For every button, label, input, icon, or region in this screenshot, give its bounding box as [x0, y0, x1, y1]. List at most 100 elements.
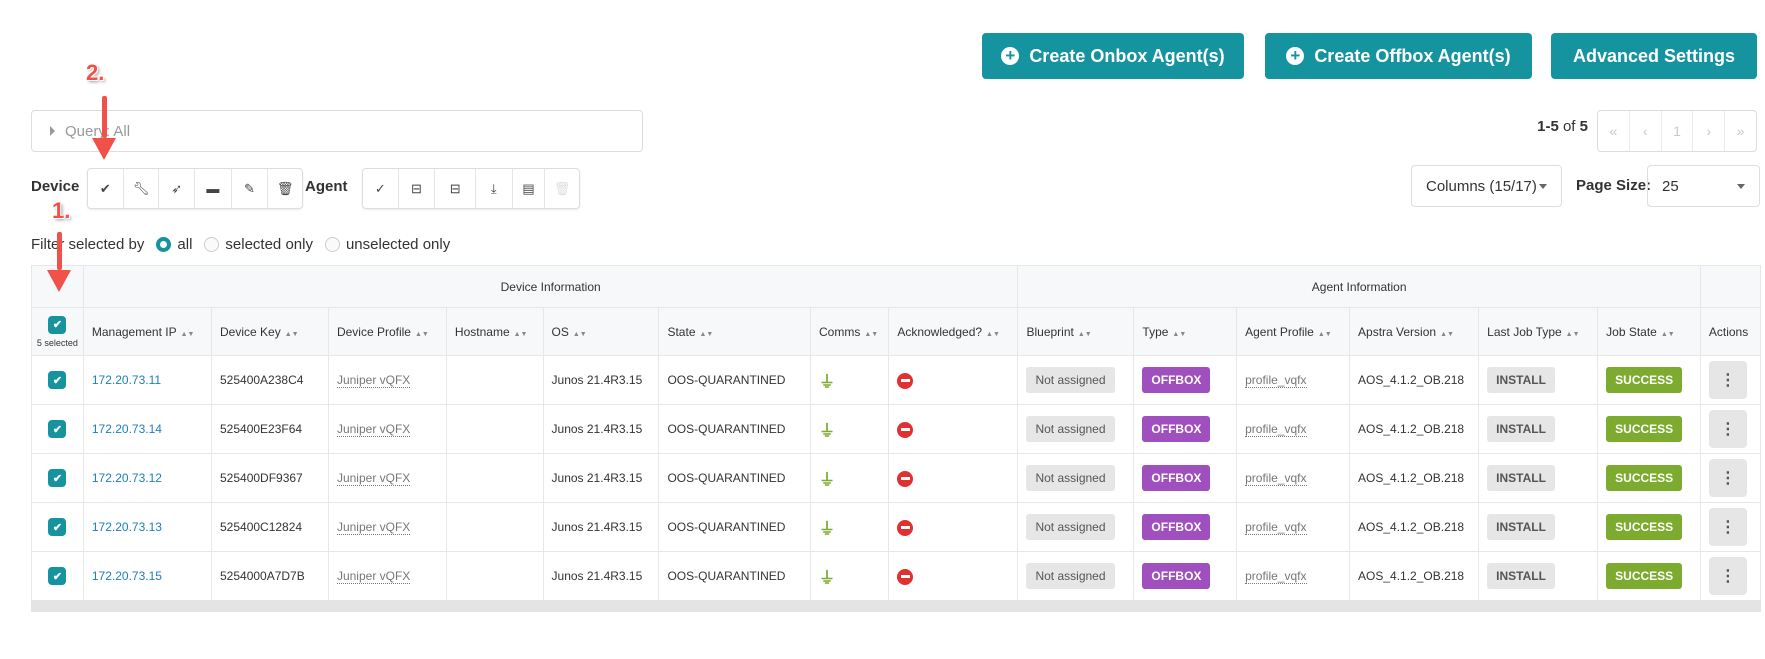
more-actions-icon[interactable]: ⋮ [1708, 459, 1747, 497]
advanced-settings-button[interactable]: Advanced Settings [1551, 33, 1757, 79]
type-badge: OFFBOX [1142, 465, 1211, 491]
more-actions-icon[interactable]: ⋮ [1708, 361, 1747, 399]
not-acknowledged-icon [897, 372, 914, 389]
columns-dropdown[interactable]: Columns (15/17) [1411, 165, 1562, 207]
column-header[interactable]: Comms ▲▼ [809, 307, 890, 356]
management-ip-link[interactable]: 172.20.73.12 [92, 471, 162, 485]
type-badge: OFFBOX [1142, 367, 1211, 393]
table-row: ✔ 172.20.73.12 525400DF9367 Juniper vQFX… [31, 453, 1762, 503]
device-profile-link[interactable]: Juniper vQFX [336, 373, 411, 388]
column-header[interactable]: Last Job Type ▲▼ [1478, 307, 1599, 356]
column-header[interactable]: Type ▲▼ [1133, 307, 1238, 356]
column-header[interactable]: Apstra Version ▲▼ [1349, 307, 1480, 356]
agent-profile-link[interactable]: profile_vqfx [1245, 520, 1307, 535]
trash-icon[interactable]: 🗑︎ [268, 169, 302, 208]
type-badge: OFFBOX [1142, 563, 1211, 589]
apstra-version: AOS_4.1.2_OB.218 [1349, 453, 1480, 503]
management-ip-link[interactable]: 172.20.73.15 [92, 569, 162, 583]
column-header[interactable]: Device Key ▲▼ [211, 307, 329, 356]
agent-profile-link[interactable]: profile_vqfx [1245, 569, 1307, 584]
blueprint-badge: Not assigned [1026, 514, 1115, 540]
column-header[interactable]: OS ▲▼ [542, 307, 660, 356]
sort-icon: ▲▼ [180, 330, 195, 338]
wrench-icon[interactable]: 🔧︎ [124, 169, 160, 208]
blueprint-badge: Not assigned [1026, 563, 1115, 589]
download-icon[interactable]: ⤓ [476, 169, 513, 208]
column-header[interactable]: Acknowledged? ▲▼ [888, 307, 1019, 356]
management-ip-link[interactable]: 172.20.73.13 [92, 520, 162, 534]
sort-icon: ▲▼ [864, 330, 879, 338]
more-actions-icon[interactable]: ⋮ [1708, 410, 1747, 448]
hostname [445, 453, 544, 503]
row-checkbox[interactable]: ✔ [48, 469, 67, 487]
horizontal-scrollbar[interactable] [31, 600, 1761, 612]
column-header[interactable]: Blueprint ▲▼ [1017, 307, 1135, 356]
table-row: ✔ 172.20.73.15 5254000A7D7B Juniper vQFX… [31, 551, 1762, 601]
page-size-select[interactable]: 25 [1647, 165, 1760, 207]
check-icon[interactable]: ✓ [363, 169, 399, 208]
more-actions-icon[interactable]: ⋮ [1708, 557, 1747, 595]
os: Junos 21.4R3.15 [542, 404, 660, 454]
create-offbox-agent-button[interactable]: + Create Offbox Agent(s) [1265, 33, 1532, 79]
row-checkbox[interactable]: ✔ [48, 371, 67, 389]
apstra-version: AOS_4.1.2_OB.218 [1349, 551, 1480, 601]
prev-page-button[interactable]: ‹ [1630, 111, 1662, 151]
apstra-version: AOS_4.1.2_OB.218 [1349, 355, 1480, 405]
caret-down-icon [1539, 183, 1547, 189]
state: OOS-QUARANTINED [658, 502, 811, 552]
rocket-icon[interactable]: ➶ [159, 169, 196, 208]
hostname [445, 502, 544, 552]
device-profile-link[interactable]: Juniper vQFX [336, 520, 411, 535]
query-expander[interactable]: Query: All [31, 110, 643, 152]
plug-icon: ⏚ [819, 570, 836, 587]
last-job-type-badge: INSTALL [1487, 465, 1555, 491]
column-header[interactable]: Device Profile ▲▼ [327, 307, 447, 356]
file-icon[interactable]: ▤ [513, 169, 546, 208]
agent-profile-link[interactable]: profile_vqfx [1245, 373, 1307, 388]
column-header[interactable]: Management IP ▲▼ [82, 307, 213, 356]
management-ip-link[interactable]: 172.20.73.11 [92, 373, 161, 387]
select-all-checkbox[interactable]: ✔ [48, 315, 67, 334]
management-ip-link[interactable]: 172.20.73.14 [92, 422, 162, 436]
pagination: « ‹ 1 › » [1597, 110, 1757, 152]
device-key: 525400DF9367 [211, 453, 329, 503]
pagination-summary: 1-5 of 5 [1537, 118, 1588, 135]
acknowledge-check-circle-icon[interactable]: ✔ [88, 169, 124, 208]
state: OOS-QUARANTINED [658, 551, 811, 601]
sort-icon: ▲▼ [699, 330, 714, 338]
hostname [445, 355, 544, 405]
row-checkbox[interactable]: ✔ [48, 420, 67, 438]
device-key: 525400A238C4 [211, 355, 329, 405]
group-device-information: Device Information [82, 265, 1019, 308]
caret-down-icon [1737, 183, 1745, 189]
edit-icon[interactable]: ✎ [232, 169, 269, 208]
column-header[interactable]: Job State ▲▼ [1597, 307, 1701, 356]
column-header[interactable]: State ▲▼ [658, 307, 811, 356]
agent-profile-link[interactable]: profile_vqfx [1245, 471, 1307, 486]
first-page-button[interactable]: « [1598, 111, 1630, 151]
sort-icon: ▲▼ [513, 330, 528, 338]
sort-icon: ▲▼ [986, 330, 1000, 338]
annotation-arrow-1 [47, 232, 71, 292]
filter-all-radio[interactable] [156, 237, 172, 252]
row-checkbox[interactable]: ✔ [48, 567, 67, 585]
row-checkbox[interactable]: ✔ [48, 518, 67, 536]
job-state-badge: SUCCESS [1606, 514, 1683, 540]
device-profile-link[interactable]: Juniper vQFX [336, 471, 411, 486]
device-profile-link[interactable]: Juniper vQFX [336, 422, 411, 437]
next-page-button[interactable]: › [1693, 111, 1726, 151]
last-page-button[interactable]: » [1725, 111, 1756, 151]
page-number[interactable]: 1 [1662, 111, 1694, 151]
column-header[interactable]: Agent Profile ▲▼ [1236, 307, 1351, 356]
more-actions-icon[interactable]: ⋮ [1708, 508, 1747, 546]
table-row: ✔ 172.20.73.11 525400A238C4 Juniper vQFX… [31, 355, 1762, 405]
filter-unselected-only-radio[interactable] [324, 237, 340, 252]
archive-icon[interactable]: ▬ [195, 169, 232, 208]
agent-profile-link[interactable]: profile_vqfx [1245, 422, 1307, 437]
filter-selected-only-radio[interactable] [204, 237, 220, 252]
drive-icon[interactable]: ⊟ [399, 169, 436, 208]
device-profile-link[interactable]: Juniper vQFX [336, 569, 411, 584]
column-header[interactable]: Hostname ▲▼ [445, 307, 544, 356]
drive-remove-icon[interactable]: ⊟ [435, 169, 476, 208]
create-onbox-agent-button[interactable]: + Create Onbox Agent(s) [982, 33, 1244, 79]
